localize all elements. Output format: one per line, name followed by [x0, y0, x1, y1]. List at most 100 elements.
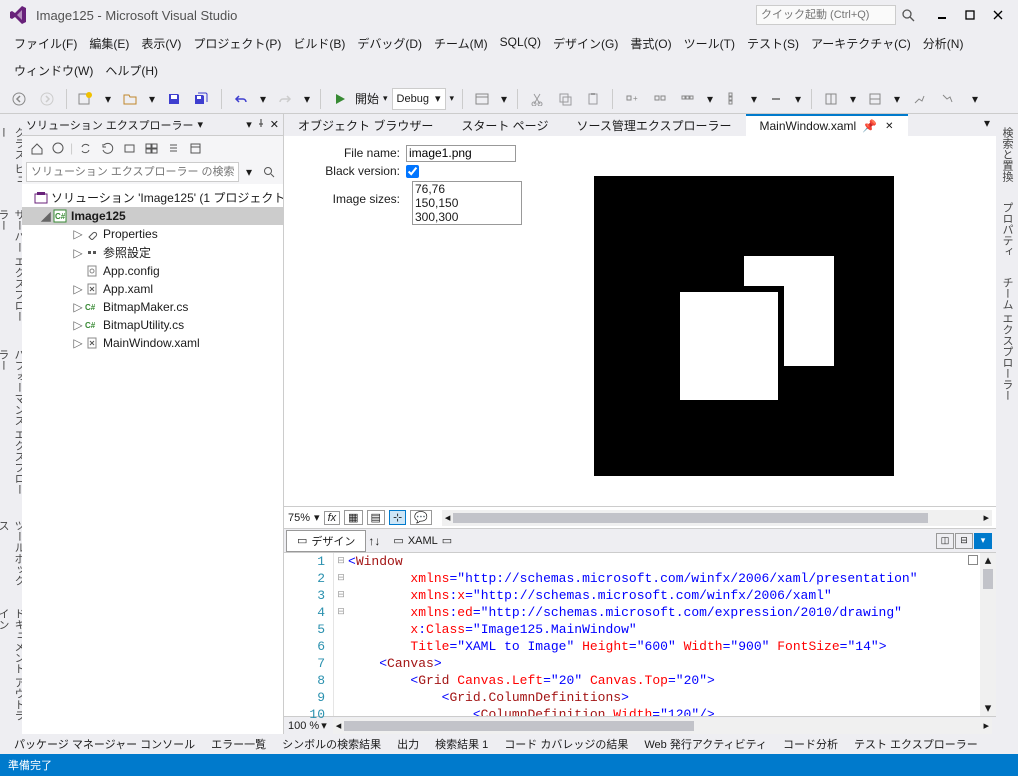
open-button[interactable] [117, 86, 143, 112]
bottomtab-errors[interactable]: エラー一覧 [205, 735, 272, 753]
search-go-icon[interactable] [259, 162, 279, 182]
save-all-button[interactable] [189, 86, 215, 112]
preview-icon[interactable] [185, 138, 205, 158]
doctab-mainwindow[interactable]: MainWindow.xaml 📌 ✕ [746, 114, 908, 136]
doctab-objectbrowser[interactable]: オブジェクト ブラウザー [284, 114, 447, 136]
tree-item[interactable]: App.config [22, 262, 283, 280]
tb-g3-dd[interactable]: ▾ [703, 86, 717, 112]
open-dropdown[interactable]: ▾ [145, 86, 159, 112]
bottomtab-codeanl[interactable]: コード分析 [777, 735, 844, 753]
tb-h2-dd[interactable]: ▾ [890, 86, 904, 112]
tree-item[interactable]: ▷C#BitmapUtility.cs [22, 316, 283, 334]
bottomtab-pkgmgr[interactable]: パッケージ マネージャー コンソール [8, 735, 201, 753]
doctab-startpage[interactable]: スタート ページ [447, 114, 562, 136]
zoom-dropdown[interactable]: ▾ [314, 511, 320, 524]
designer-canvas[interactable]: File name: Black version: 76,76 150,150 … [284, 136, 996, 506]
error-indicator[interactable] [968, 555, 978, 565]
fold-column[interactable]: ⊟⊟⊟⊟ [334, 553, 348, 716]
split-horiz-icon[interactable]: ⊟ [955, 533, 973, 549]
menu-window[interactable]: ウィンドウ(W) [8, 59, 99, 82]
sidetab-findreplace[interactable]: 検索と置換 [996, 122, 1018, 187]
sidetab-properties[interactable]: プロパティ [996, 197, 1018, 262]
browser-dropdown[interactable]: ▾ [497, 86, 511, 112]
tb-h3[interactable] [906, 86, 932, 112]
sidetab-teamexp[interactable]: チーム エクスプローラー [996, 272, 1018, 406]
new-dropdown[interactable]: ▾ [101, 86, 115, 112]
redo-dropdown[interactable]: ▾ [300, 86, 314, 112]
start-label[interactable]: 開始 [355, 90, 379, 107]
properties-icon[interactable] [163, 138, 183, 158]
collapse-icon[interactable] [119, 138, 139, 158]
menu-design[interactable]: デザイン(G) [547, 32, 624, 55]
back-button[interactable] [6, 86, 32, 112]
xaml-editor[interactable]: 123 456 789 10 ⊟⊟⊟⊟ <Window xmlns="http:… [284, 552, 996, 716]
bottomtab-symbols[interactable]: シンボルの検索結果 [276, 735, 387, 753]
project-node[interactable]: ◢ C# Image125 [22, 207, 283, 225]
tb-h2[interactable] [862, 86, 888, 112]
menu-debug[interactable]: デバッグ(D) [351, 32, 428, 55]
browser-button[interactable] [469, 86, 495, 112]
listbox-item[interactable]: 300,300 [413, 210, 521, 224]
close-tab-icon[interactable]: ✕ [885, 121, 893, 132]
bottomtab-webpub[interactable]: Web 発行アクティビティ [638, 735, 773, 753]
tb-g4[interactable] [719, 86, 745, 112]
menu-file[interactable]: ファイル(F) [8, 32, 83, 55]
pin-icon[interactable]: 📌 [862, 119, 877, 133]
pin-icon[interactable] [256, 118, 266, 131]
xaml-tab[interactable]: ▭ XAML ▭ [382, 531, 463, 550]
menu-arch[interactable]: アーキテクチャ(C) [805, 32, 917, 55]
overflow-button[interactable]: ▾ [962, 86, 988, 112]
close-button[interactable] [984, 5, 1012, 25]
bottomtab-search1[interactable]: 検索結果 1 [429, 735, 494, 753]
menu-team[interactable]: チーム(M) [428, 32, 494, 55]
designer-hscroll[interactable]: ◂ ▸ [442, 510, 992, 526]
showall-icon[interactable] [141, 138, 161, 158]
tree-item[interactable]: ▷Properties [22, 225, 283, 243]
start-dropdown[interactable]: ▾ [383, 93, 388, 104]
quick-launch-input[interactable] [756, 5, 896, 25]
tb-g1[interactable]: + [619, 86, 645, 112]
menu-sql[interactable]: SQL(Q) [494, 32, 547, 55]
menu-edit[interactable]: 編集(E) [83, 32, 135, 55]
maximize-button[interactable] [956, 5, 984, 25]
tb-g5-dd[interactable]: ▾ [791, 86, 805, 112]
fx-button[interactable]: fx [324, 511, 341, 525]
start-button[interactable] [327, 86, 353, 112]
paste-button[interactable] [580, 86, 606, 112]
code-content[interactable]: <Window xmlns="http://schemas.microsoft.… [348, 553, 996, 716]
menu-tools[interactable]: ツール(T) [678, 32, 741, 55]
tb-h1-dd[interactable]: ▾ [846, 86, 860, 112]
bottomtab-testexp[interactable]: テスト エクスプローラー [848, 735, 984, 753]
minimize-button[interactable] [928, 5, 956, 25]
expand-icon[interactable]: ◢ [40, 209, 52, 223]
tabs-dropdown[interactable]: ▾ [978, 114, 996, 136]
tb-g3[interactable] [675, 86, 701, 112]
xaml-tab-dd[interactable]: ▭ [442, 534, 452, 547]
filename-input[interactable] [406, 145, 516, 162]
menu-analyze[interactable]: 分析(N) [917, 32, 970, 55]
undo-button[interactable] [228, 86, 254, 112]
code-hscroll[interactable]: ◂ ▸ [333, 718, 992, 734]
menu-help[interactable]: ヘルプ(H) [99, 59, 164, 82]
menu-build[interactable]: ビルド(B) [287, 32, 351, 55]
tb-h4[interactable] [934, 86, 960, 112]
copy-button[interactable] [552, 86, 578, 112]
tb-h1[interactable] [818, 86, 844, 112]
listbox-item[interactable]: 150,150 [413, 196, 521, 210]
menu-test[interactable]: テスト(S) [741, 32, 805, 55]
sizes-listbox[interactable]: 76,76 150,150 300,300 [412, 181, 522, 225]
tb-g5[interactable] [763, 86, 789, 112]
code-vscroll[interactable]: ▴ ▾ [980, 553, 996, 716]
home-icon[interactable] [26, 138, 46, 158]
grid2-button[interactable]: ▤ [367, 510, 385, 525]
split-collapse-icon[interactable]: ▾ [974, 533, 992, 549]
config-combo[interactable]: Debug▾ [392, 88, 446, 110]
search-icon[interactable] [898, 5, 918, 25]
tree-item[interactable]: ▷MainWindow.xaml [22, 334, 283, 352]
split-vert-icon[interactable]: ◫ [936, 533, 954, 549]
snap-button[interactable]: ⊹ [389, 510, 406, 525]
tree-item[interactable]: ▷App.xaml [22, 280, 283, 298]
new-button[interactable] [73, 86, 99, 112]
menu-project[interactable]: プロジェクト(P) [187, 32, 287, 55]
undo-dropdown[interactable]: ▾ [256, 86, 270, 112]
